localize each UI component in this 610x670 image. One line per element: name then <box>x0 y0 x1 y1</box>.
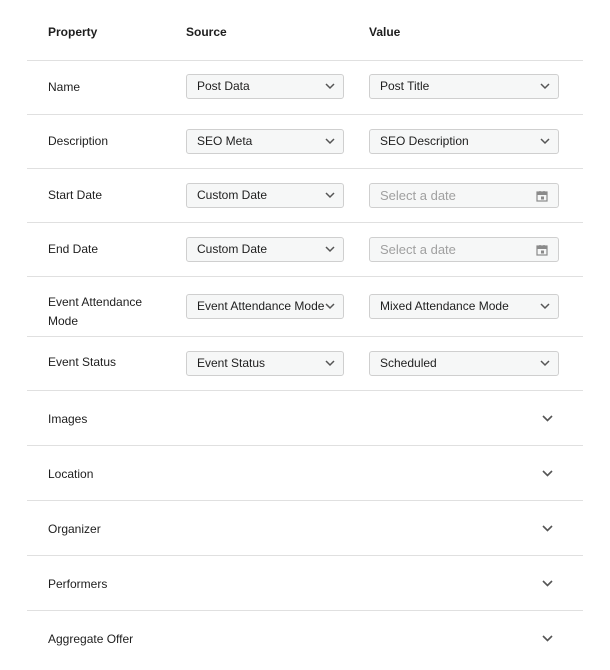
section-label: Aggregate Offer <box>48 632 134 646</box>
select-value: Custom Date <box>197 188 268 202</box>
chevron-down-icon <box>542 580 553 587</box>
row-start-date: Start Date Custom Date Select a date <box>27 169 583 223</box>
section-performers[interactable]: Performers <box>27 556 583 611</box>
chevron-down-icon <box>540 83 550 90</box>
header-source: Source <box>186 25 227 39</box>
source-select[interactable]: Custom Date <box>186 237 344 262</box>
source-select[interactable]: Post Data <box>186 74 344 99</box>
row-description: Description SEO Meta SEO Description <box>27 115 583 169</box>
row-label: Description <box>48 134 109 148</box>
source-select[interactable]: Event Status <box>186 351 344 376</box>
header-property: Property <box>48 25 98 39</box>
row-event-status: Event Status Event Status Scheduled <box>27 337 583 391</box>
chevron-down-icon <box>542 525 553 532</box>
section-label: Organizer <box>48 522 101 536</box>
source-select[interactable]: Custom Date <box>186 183 344 208</box>
select-value: Post Data <box>197 79 250 93</box>
source-select[interactable]: SEO Meta <box>186 129 344 154</box>
chevron-down-icon <box>542 470 553 477</box>
table-header: Property Source Value <box>27 0 583 61</box>
chevron-down-icon <box>542 635 553 642</box>
start-date-picker[interactable]: Select a date <box>369 183 559 208</box>
section-images[interactable]: Images <box>27 391 583 446</box>
row-label: End Date <box>48 242 99 256</box>
row-label: Event Status <box>48 355 117 369</box>
select-value: Scheduled <box>380 356 437 370</box>
chevron-down-icon <box>540 303 550 310</box>
select-value: Post Title <box>380 79 430 93</box>
select-value: SEO Meta <box>197 134 253 148</box>
schema-properties-table: Property Source Value Name Post Data Pos… <box>27 0 583 665</box>
row-end-date: End Date Custom Date Select a date <box>27 223 583 277</box>
section-label: Performers <box>48 577 108 591</box>
date-placeholder: Select a date <box>380 188 456 203</box>
row-label: Event Attendance Mode <box>48 295 143 328</box>
row-event-attendance-mode: Event Attendance Mode Event Attendance M… <box>27 277 583 337</box>
section-organizer[interactable]: Organizer <box>27 501 583 556</box>
section-aggregate-offer[interactable]: Aggregate Offer <box>27 611 583 665</box>
header-value: Value <box>369 25 401 39</box>
chevron-down-icon <box>325 360 335 367</box>
chevron-down-icon <box>325 303 335 310</box>
row-label: Start Date <box>48 188 103 202</box>
select-value: Mixed Attendance Mode <box>380 299 509 313</box>
chevron-down-icon <box>542 415 553 422</box>
chevron-down-icon <box>540 360 550 367</box>
calendar-icon <box>536 191 548 202</box>
row-label: Name <box>48 80 81 94</box>
select-value: Event Status <box>197 356 266 370</box>
select-value: SEO Description <box>380 134 469 148</box>
calendar-icon <box>536 245 548 256</box>
chevron-down-icon <box>325 83 335 90</box>
section-label: Images <box>48 412 88 426</box>
chevron-down-icon <box>540 138 550 145</box>
chevron-down-icon <box>325 138 335 145</box>
value-select[interactable]: Scheduled <box>369 351 559 376</box>
chevron-down-icon <box>325 192 335 199</box>
section-location[interactable]: Location <box>27 446 583 501</box>
date-placeholder: Select a date <box>380 242 456 257</box>
select-value: Event Attendance Mode <box>197 299 325 313</box>
value-select[interactable]: Mixed Attendance Mode <box>369 294 559 319</box>
row-name: Name Post Data Post Title <box>27 61 583 115</box>
value-select[interactable]: Post Title <box>369 74 559 99</box>
select-value: Custom Date <box>197 242 268 256</box>
chevron-down-icon <box>325 246 335 253</box>
value-select[interactable]: SEO Description <box>369 129 559 154</box>
section-label: Location <box>48 467 94 481</box>
source-select[interactable]: Event Attendance Mode <box>186 294 344 319</box>
end-date-picker[interactable]: Select a date <box>369 237 559 262</box>
